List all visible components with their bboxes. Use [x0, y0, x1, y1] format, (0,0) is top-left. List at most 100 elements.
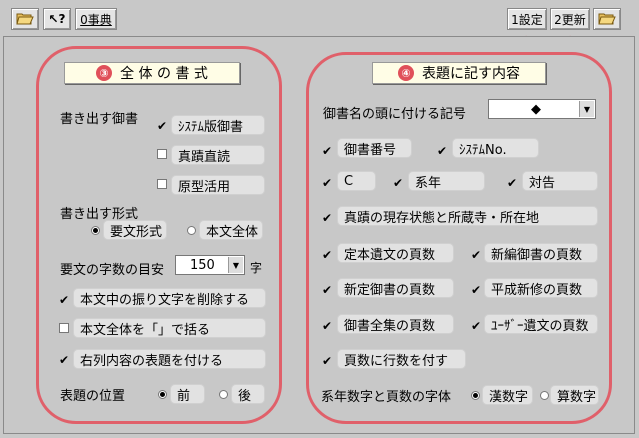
item-gyosu[interactable]: 頁数に行数を付す — [337, 349, 466, 369]
left-panel-header: ③ 全 体 の 書 式 — [64, 62, 240, 84]
item-heisei[interactable]: 平成新修の頁数 — [484, 278, 598, 298]
item-checkbox-shinpen[interactable]: ✔ — [471, 249, 481, 261]
format-option-label: 本文全体 — [206, 224, 259, 240]
option-checkbox-title[interactable]: ✔ — [59, 354, 69, 366]
item-taikoku[interactable]: 対告 — [522, 171, 598, 191]
book-option-label: 原型活用 — [178, 179, 231, 195]
item-label: C — [344, 173, 354, 189]
right-panel-header: ④ 表題に記す内容 — [372, 62, 546, 84]
format-option-yobun[interactable]: 要文形式 — [103, 220, 167, 240]
position-option-label: 後 — [238, 388, 252, 404]
option-title[interactable]: 右列内容の表題を付ける — [73, 349, 266, 369]
position-radio-after[interactable] — [219, 390, 228, 399]
item-keinen[interactable]: 系年 — [408, 171, 485, 191]
section-number-4: ④ — [398, 65, 414, 81]
item-checkbox-c[interactable]: ✔ — [322, 177, 332, 189]
font-option-kanji[interactable]: 漢数字 — [482, 385, 533, 405]
font-radio-kanji[interactable] — [471, 391, 480, 400]
book-option-system[interactable]: ｼｽﾃﾑ版御書 — [171, 115, 265, 135]
title-position-label: 表題の位置 — [60, 389, 126, 404]
format-radio-honbun[interactable] — [187, 226, 196, 235]
book-option-label: 真蹟直読 — [178, 149, 231, 165]
item-label: 新定御書の頁数 — [344, 282, 436, 298]
position-option-after[interactable]: 後 — [231, 384, 265, 404]
settings-button[interactable]: 1設定 — [507, 8, 547, 30]
font-option-arabic[interactable]: 算数字 — [550, 385, 599, 405]
update-button-label: 2更新 — [554, 12, 586, 27]
folder-icon — [16, 11, 34, 28]
book-option-label: ｼｽﾃﾑ版御書 — [178, 119, 244, 135]
symbol-select[interactable]: ◆ ▼ — [488, 99, 596, 119]
item-label: 頁数に行数を付す — [344, 353, 449, 369]
item-user[interactable]: ﾕｰｻﾞｰ遺文の頁数 — [484, 314, 598, 334]
settings-button-label: 1設定 — [511, 12, 543, 27]
option-checkbox-furigana[interactable]: ✔ — [59, 294, 69, 306]
item-checkbox-user[interactable]: ✔ — [471, 320, 481, 332]
option-label: 本文全体を「」で括る — [80, 322, 211, 338]
font-option-label: 算数字 — [557, 389, 597, 405]
item-label: 平成新修の頁数 — [491, 282, 583, 298]
font-option-label: 漢数字 — [489, 389, 529, 405]
item-checkbox-shinseki[interactable]: ✔ — [322, 212, 332, 224]
char-count-select[interactable]: 150 ▼ — [175, 255, 245, 275]
font-label: 系年数字と頁数の字体 — [321, 390, 452, 405]
format-radio-yobun[interactable] — [91, 226, 100, 235]
update-button[interactable]: 2更新 — [550, 8, 590, 30]
book-checkbox-shinseki[interactable] — [157, 149, 167, 159]
item-system-no[interactable]: ｼｽﾃﾑNo. — [452, 138, 539, 158]
item-label: ﾕｰｻﾞｰ遺文の頁数 — [491, 318, 589, 334]
item-checkbox-teihon[interactable]: ✔ — [322, 249, 332, 261]
option-label: 右列内容の表題を付ける — [80, 353, 224, 369]
item-shinseki[interactable]: 真蹟の現存状態と所蔵寺・所在地 — [337, 206, 598, 226]
help-button[interactable]: ↖? — [43, 8, 71, 30]
chevron-down-icon[interactable]: ▼ — [579, 101, 594, 117]
book-checkbox-system[interactable]: ✔ — [157, 120, 167, 132]
option-checkbox-brackets[interactable] — [59, 323, 69, 333]
item-label: 対告 — [529, 175, 556, 191]
dictionary-button-label: 0事典 — [80, 12, 112, 27]
item-label: 定本遺文の頁数 — [344, 247, 436, 263]
dictionary-button[interactable]: 0事典 — [75, 8, 117, 30]
item-checkbox-shintei[interactable]: ✔ — [322, 284, 332, 296]
char-unit: 字 — [250, 261, 263, 275]
item-checkbox-zenshu[interactable]: ✔ — [322, 320, 332, 332]
book-checkbox-genkei[interactable] — [157, 179, 167, 189]
book-option-shinseki[interactable]: 真蹟直読 — [171, 145, 265, 165]
book-option-genkei[interactable]: 原型活用 — [171, 175, 265, 195]
chevron-down-icon[interactable]: ▼ — [228, 257, 243, 273]
position-option-label: 前 — [177, 388, 191, 404]
folder-icon — [598, 11, 616, 28]
option-label: 本文中の振り文字を削除する — [80, 292, 250, 308]
item-label: ｼｽﾃﾑNo. — [459, 142, 507, 158]
item-shinpen[interactable]: 新編御書の頁数 — [484, 243, 598, 263]
open-folder-button-right[interactable] — [593, 8, 621, 30]
position-radio-before[interactable] — [158, 390, 167, 399]
item-checkbox-system-no[interactable]: ✔ — [437, 145, 447, 157]
font-radio-arabic[interactable] — [540, 391, 549, 400]
open-folder-button[interactable] — [11, 8, 39, 30]
item-label: 系年 — [415, 175, 442, 191]
item-label: 真蹟の現存状態と所蔵寺・所在地 — [344, 210, 540, 226]
item-checkbox-heisei[interactable]: ✔ — [471, 284, 481, 296]
item-checkbox-gosho-number[interactable]: ✔ — [322, 145, 332, 157]
left-panel-title: 全 体 の 書 式 — [120, 66, 208, 82]
format-option-label: 要文形式 — [110, 224, 163, 240]
option-brackets[interactable]: 本文全体を「」で括る — [73, 318, 266, 338]
item-checkbox-taikoku[interactable]: ✔ — [507, 177, 517, 189]
section-number-3: ③ — [96, 65, 113, 81]
item-shintei[interactable]: 新定御書の頁数 — [337, 278, 454, 298]
item-checkbox-gyosu[interactable]: ✔ — [322, 355, 332, 367]
item-gosho-number[interactable]: 御書番号 — [337, 138, 412, 158]
item-zenshu[interactable]: 御書全集の頁数 — [337, 314, 454, 334]
format-option-honbun[interactable]: 本文全体 — [199, 220, 263, 240]
output-book-label: 書き出す御書 — [60, 112, 139, 127]
item-label: 御書全集の頁数 — [344, 318, 436, 334]
symbol-label: 御書名の頭に付ける記号 — [323, 107, 467, 122]
option-furigana[interactable]: 本文中の振り文字を削除する — [73, 288, 266, 308]
item-checkbox-keinen[interactable]: ✔ — [393, 177, 403, 189]
position-option-before[interactable]: 前 — [170, 384, 205, 404]
item-label: 新編御書の頁数 — [491, 247, 583, 263]
item-c[interactable]: C — [337, 171, 376, 191]
char-count-value: 150 — [190, 257, 215, 273]
item-teihon[interactable]: 定本遺文の頁数 — [337, 243, 454, 263]
